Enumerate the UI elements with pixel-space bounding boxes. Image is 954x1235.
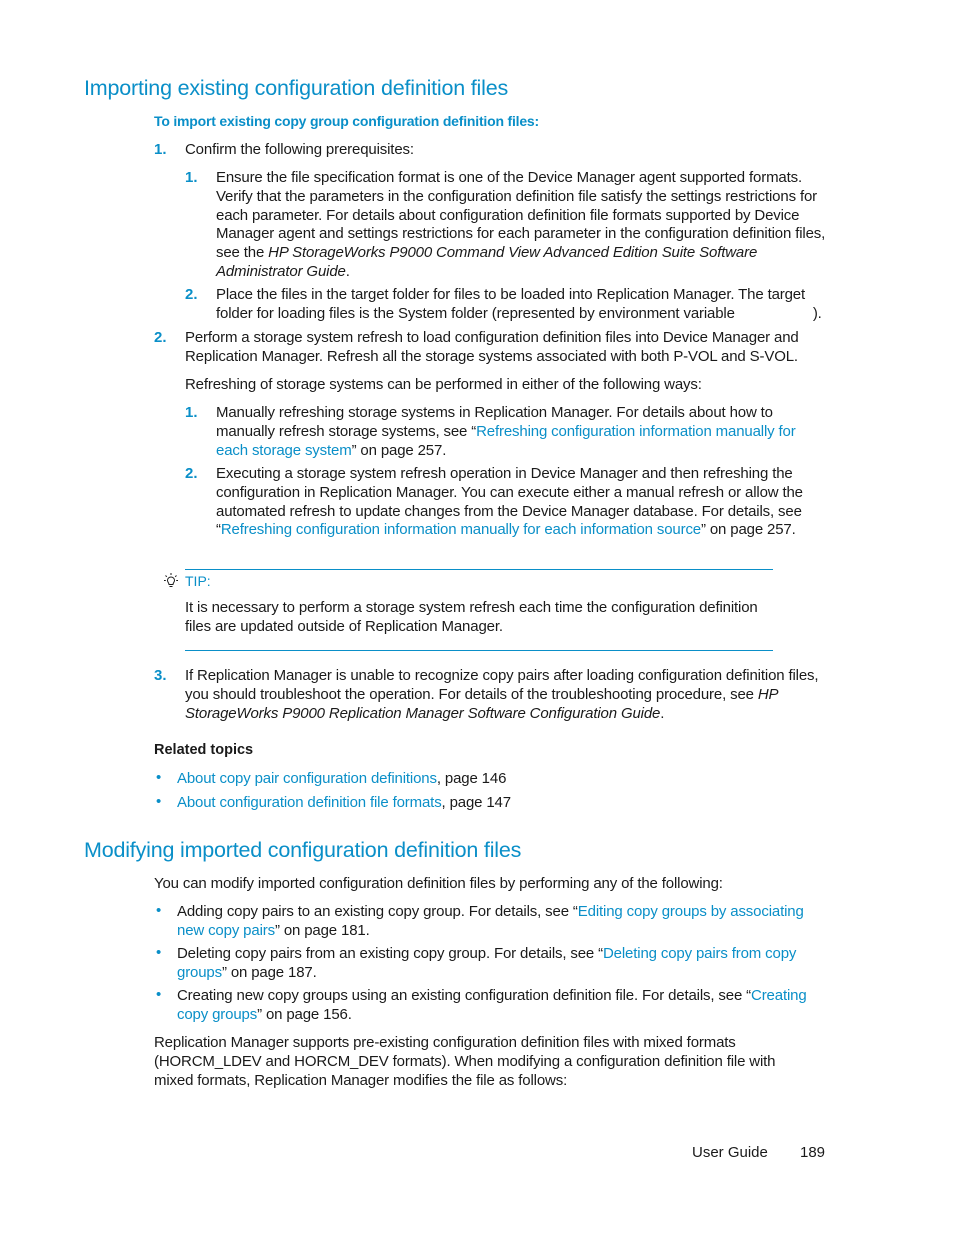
tip-bottom-rule — [185, 650, 773, 651]
footer-guide-title: User Guide — [692, 1144, 768, 1161]
tip-label: TIP: — [185, 573, 211, 589]
step-text: Perform a storage system refresh to load… — [185, 329, 799, 365]
substep-text: Place the files in the target folder for… — [216, 286, 822, 322]
substep-number: 1. — [185, 404, 198, 421]
bullet-icon: • — [156, 793, 162, 810]
related-topics-title: Related topics — [154, 742, 254, 758]
substep-text: Ensure the file specification format is … — [216, 169, 826, 280]
step-number: 2. — [154, 329, 167, 346]
lightbulb-icon — [163, 572, 179, 590]
link-refreshing-information-source[interactable]: Refreshing configuration information man… — [221, 521, 701, 538]
section-intro: You can modify imported configuration de… — [154, 875, 723, 892]
tip-text: It is necessary to perform a storage sys… — [185, 599, 758, 635]
step-text: Confirm the following prerequisites: — [185, 141, 414, 158]
bullet-icon: • — [156, 944, 162, 961]
section-heading-modifying: Modifying imported configuration definit… — [84, 838, 522, 862]
step-text: If Replication Manager is unable to reco… — [185, 667, 819, 722]
bullet-icon: • — [156, 769, 162, 786]
page-number: 189 — [800, 1144, 826, 1161]
bullet-icon: • — [156, 902, 162, 919]
document-reference: HP StorageWorks P9000 Command View Advan… — [216, 244, 758, 280]
link-about-config-file-formats[interactable]: About configuration definition file form… — [177, 794, 442, 811]
substep-number: 2. — [185, 286, 198, 303]
step-paragraph: Refreshing of storage systems can be per… — [185, 376, 702, 393]
substep-number: 2. — [185, 465, 198, 482]
bullet-icon: • — [156, 986, 162, 1003]
step-number: 1. — [154, 141, 167, 158]
substep-text: Manually refreshing storage systems in R… — [216, 404, 796, 459]
procedure-title: To import existing copy group configurat… — [154, 113, 539, 129]
link-about-copy-pair-config[interactable]: About copy pair configuration definition… — [177, 770, 437, 787]
tip-top-rule — [185, 569, 773, 570]
substep-text: Executing a storage system refresh opera… — [216, 465, 803, 539]
step-number: 3. — [154, 667, 167, 684]
section-heading-importing: Importing existing configuration definit… — [84, 76, 509, 100]
section-closing-paragraph: Replication Manager supports pre-existin… — [154, 1034, 776, 1089]
substep-number: 1. — [185, 169, 198, 186]
